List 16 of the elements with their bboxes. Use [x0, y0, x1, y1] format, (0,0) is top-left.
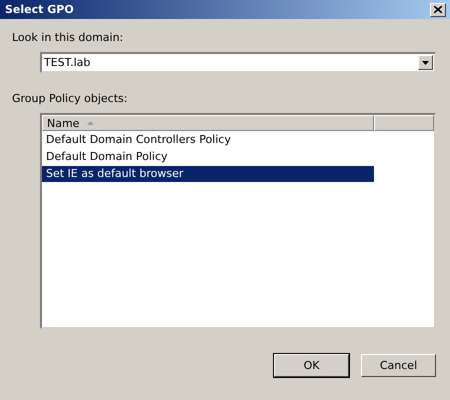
close-icon — [434, 6, 442, 13]
cancel-button[interactable]: Cancel — [361, 354, 436, 377]
dropdown-button[interactable] — [418, 55, 433, 70]
ok-button[interactable]: OK — [274, 354, 349, 377]
column-header[interactable]: Name — [42, 115, 374, 131]
domain-dropdown[interactable]: TEST.lab — [40, 52, 436, 73]
list-item[interactable]: Default Domain Policy — [42, 149, 374, 165]
list-item[interactable]: Default Domain Controllers Policy — [42, 132, 374, 148]
field-label: Look in this domain: — [12, 31, 124, 44]
window-title: Select GPO — [5, 3, 74, 16]
list-item[interactable]: Set IE as default browser — [42, 166, 374, 182]
close-button[interactable] — [430, 2, 446, 16]
caret-icon — [422, 60, 429, 64]
column-header[interactable] — [374, 115, 434, 131]
sort-arrow-icon — [87, 121, 94, 125]
field-label: Group Policy objects: — [12, 92, 128, 105]
